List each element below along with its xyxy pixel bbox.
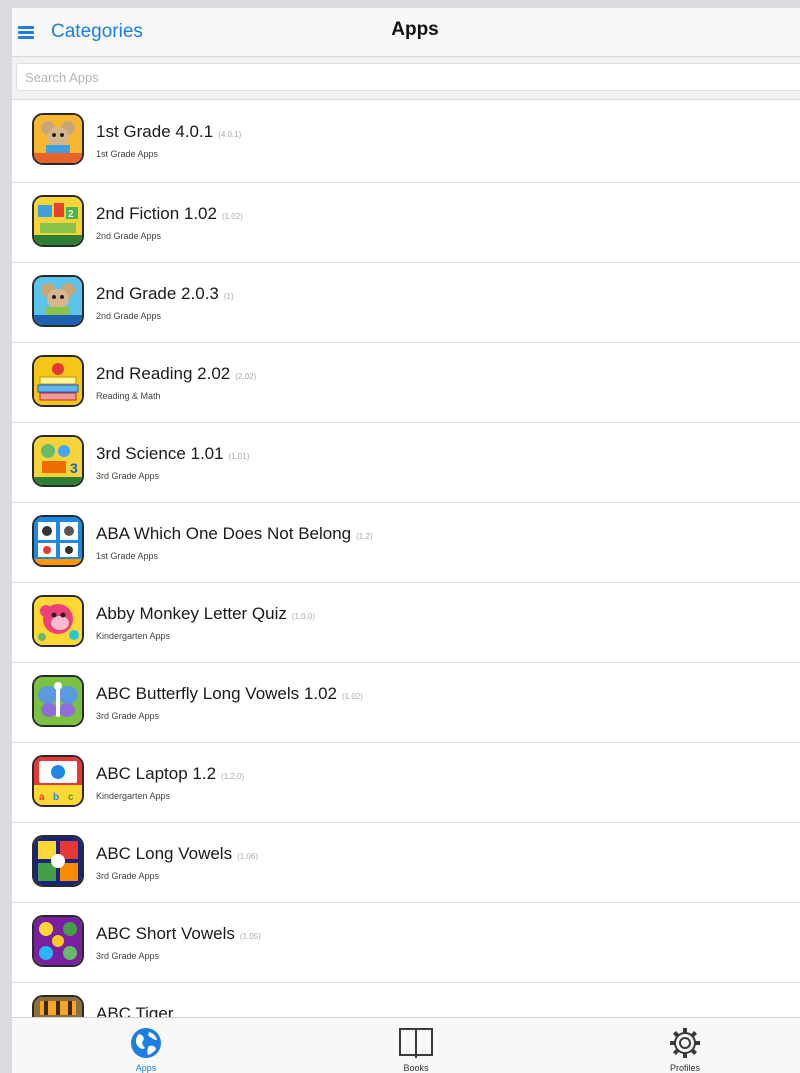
tab-books[interactable]: Books [371,1018,461,1073]
app-name: 3rd Science 1.01 (1.01) [96,444,250,463]
tab-apps[interactable]: Apps [101,1018,191,1073]
search-bar [12,57,800,100]
app-name: 2nd Fiction 1.02 (1.02) [96,204,243,223]
page-title: Apps [391,19,439,40]
short-vowels-icon [32,915,84,967]
app-category: 3rd Grade Apps [96,951,160,961]
app-row-abc-laptop[interactable]: a b c ABC Laptop 1.2 (1.2.0) Kindergarten… [12,743,800,823]
app-version: (1.0.0) [291,612,315,621]
globe-icon [129,1026,163,1065]
tab-books-label: Books [403,1063,429,1073]
svg-text:2: 2 [68,209,74,220]
app-name: ABA Which One Does Not Belong (1.2) [96,524,373,543]
app-name: ABC Butterfly Long Vowels 1.02 (1.02) [96,684,363,703]
svg-text:c: c [68,792,74,803]
book-icon [397,1026,435,1065]
app-row-abc-short-vowels[interactable]: ABC Short Vowels (1.05) 3rd Grade Apps [12,903,800,983]
app-name: 1st Grade 4.0.1 (4.0.1) [96,122,242,141]
gear-icon [668,1026,702,1065]
app-name: 2nd Reading 2.02 (2.02) [96,364,257,383]
app-category: 3rd Grade Apps [96,711,160,721]
app-name: ABC Laptop 1.2 (1.2.0) [96,764,245,783]
app-row-abc-long-vowels[interactable]: ABC Long Vowels (1.06) 3rd Grade Apps [12,823,800,903]
app-row-2nd-fiction[interactable]: 2 2nd Fiction 1.02 (1.02) 2nd Grade Apps [12,183,800,263]
app-row-abc-butterfly[interactable]: ABC Butterfly Long Vowels 1.02 (1.02) 3rd… [12,663,800,743]
app-category: 2nd Grade Apps [96,311,162,321]
long-vowels-icon [32,835,84,887]
app-name: 2nd Grade 2.0.3 (1) [96,284,234,303]
svg-text:3: 3 [70,460,78,476]
svg-text:a: a [39,792,45,803]
app-name: ABC Long Vowels (1.06) [96,844,258,863]
app-category: 2nd Grade Apps [96,231,162,241]
app-category: Kindergarten Apps [96,631,171,641]
app-row-2nd-reading[interactable]: 2nd Reading 2.02 (2.02) Reading & Math [12,343,800,423]
app-name: ABC Short Vowels (1.05) [96,924,261,943]
app-version: (1.02) [221,212,243,221]
app-category: Kindergarten Apps [96,791,171,801]
science-icon: 3 [32,435,84,487]
app-row-1st-grade[interactable]: 1st Grade 4.0.1 (4.0.1) 1st Grade Apps [12,100,800,183]
app-version: (1.2.0) [221,772,245,781]
fiction-books-icon: 2 [32,195,84,247]
app-window: Categories Apps 1st Grade 4.0.1(4.0.1) 1… [12,8,800,1073]
app-category: 3rd Grade Apps [96,871,160,881]
tab-profiles-label: Profiles [669,1063,700,1073]
app-category: 3rd Grade Apps [96,471,160,481]
app-version: (1.06) [237,852,258,861]
app-row-abby-monkey[interactable]: Abby Monkey Letter Quiz (1.0.0) Kindergar… [12,583,800,663]
app-version: (1) [223,292,234,301]
svg-text:b: b [53,792,59,803]
app-row-aba-which-one[interactable]: ABA Which One Does Not Belong (1.2) 1st G… [12,503,800,583]
tiger-icon [32,995,84,1017]
navigation-bar: Categories Apps [12,8,800,57]
tab-bar: Apps Books Profiles [12,1017,800,1073]
laptop-icon: a b c [32,755,84,807]
app-list[interactable]: 1st Grade 4.0.1 (4.0.1) 1st Grade Apps 2 … [12,100,800,1017]
app-category: 1st Grade Apps [96,551,159,561]
monkey-icon [32,595,84,647]
app-version: (4.0.1) [218,130,242,139]
tab-apps-label: Apps [135,1063,157,1073]
app-row-abc-tiger[interactable]: ABC Tiger [12,983,800,1017]
reading-books-icon [32,355,84,407]
mouse-teacher-icon [32,113,84,165]
app-version: (1.05) [239,932,261,941]
app-version: (1.01) [228,452,250,461]
app-version: (1.02) [341,692,363,701]
aba-cards-icon [32,515,84,567]
app-row-3rd-science[interactable]: 3 3rd Science 1.01 (1.01) 3rd Grade Apps [12,423,800,503]
mouse-teacher-icon [32,275,84,327]
app-category: Reading & Math [96,391,161,401]
butterfly-icon [32,675,84,727]
search-input[interactable] [16,63,800,91]
app-category: 1st Grade Apps [96,149,159,159]
app-name: ABC Tiger [96,1004,174,1017]
app-name: Abby Monkey Letter Quiz (1.0.0) [96,604,315,623]
tab-profiles[interactable]: Profiles [640,1018,730,1073]
app-version: (2.02) [235,372,257,381]
app-row-2nd-grade[interactable]: 2nd Grade 2.0.3 (1) 2nd Grade Apps [12,263,800,343]
app-version: (1.2) [356,532,373,541]
